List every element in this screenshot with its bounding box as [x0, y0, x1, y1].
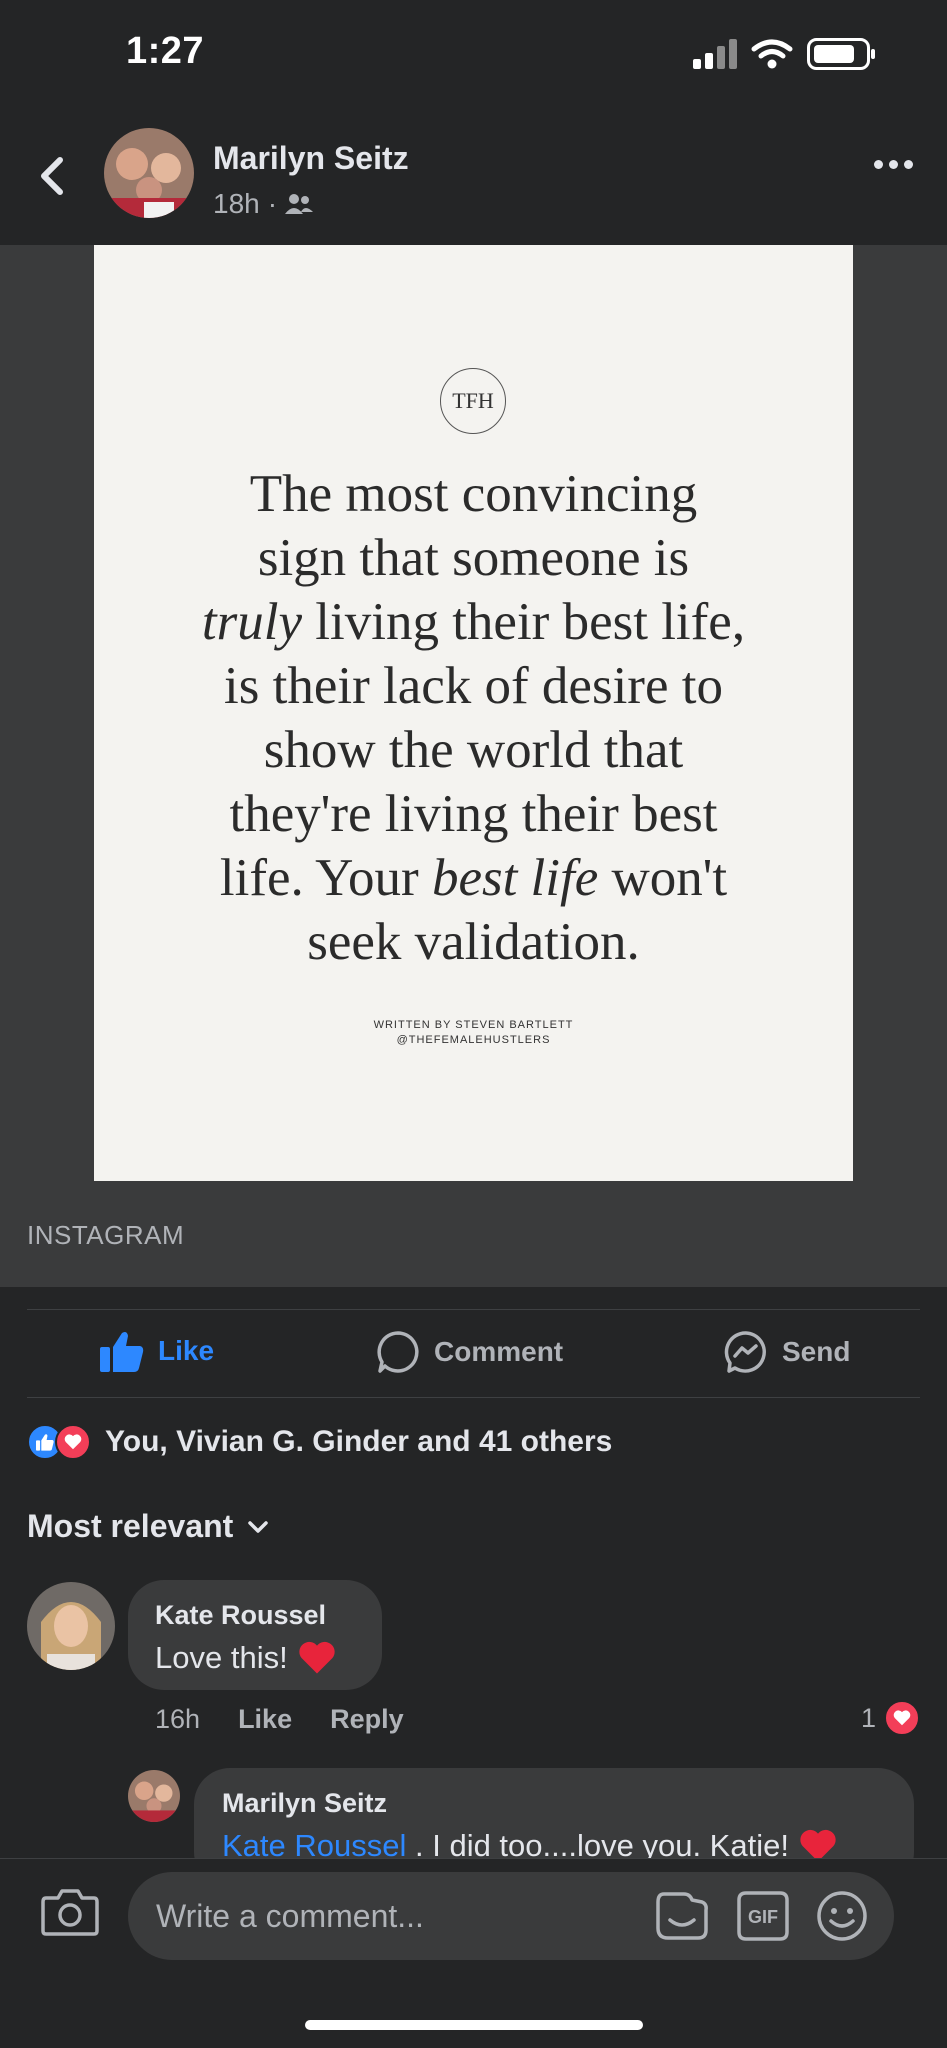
comment-button[interactable]: Comment — [376, 1330, 563, 1374]
author-name[interactable]: Marilyn Seitz — [213, 140, 409, 177]
quote-line: is their lack of desire to — [224, 657, 723, 715]
reply-author[interactable]: Marilyn Seitz — [222, 1788, 387, 1819]
divider — [27, 1309, 920, 1310]
brand-logo: TFH — [440, 368, 506, 434]
comment-author[interactable]: Kate Roussel — [155, 1600, 326, 1631]
comment-label: Comment — [434, 1336, 564, 1367]
battery-icon — [807, 38, 875, 70]
quote-line: life. Your best life won't — [94, 846, 853, 910]
quote-credit: WRITTEN BY STEVEN BARTLETT @THEFEMALEHUS… — [94, 1018, 853, 1048]
camera-icon — [41, 1889, 99, 1936]
post-meta: 18h · — [213, 188, 314, 220]
reply-avatar[interactable] — [128, 1770, 180, 1822]
more-options-icon[interactable] — [874, 160, 913, 169]
chevron-left-icon — [41, 157, 63, 195]
quote-line: seek validation. — [307, 913, 640, 971]
comment-reply-button[interactable]: Reply — [330, 1704, 404, 1735]
heart-emoji-icon — [299, 1641, 335, 1674]
emoji-icon[interactable] — [816, 1890, 868, 1942]
avatar-photo — [27, 1582, 115, 1670]
gif-icon[interactable]: GIF — [736, 1890, 790, 1942]
camera-button[interactable] — [40, 1886, 100, 1943]
comment-reaction-count[interactable]: 1 — [861, 1700, 920, 1736]
reactions-summary[interactable]: You, Vivian G. Ginder and 41 others — [27, 1424, 612, 1460]
quote-italic: best life — [431, 849, 599, 907]
comment-icon — [377, 1331, 419, 1373]
love-reaction-icon — [884, 1700, 920, 1736]
sort-label: Most relevant — [27, 1508, 234, 1544]
comment-time: 16h — [155, 1704, 201, 1734]
send-button[interactable]: Send — [724, 1330, 850, 1374]
comment-text: Love this! — [155, 1640, 336, 1676]
chevron-down-icon — [248, 1520, 269, 1533]
avatar-photo — [128, 1770, 180, 1822]
credit-author: WRITTEN BY STEVEN BARTLETT — [373, 1019, 574, 1031]
quote-line: truly living their best life, — [94, 590, 853, 654]
quote-text: The most convincing sign that someone is… — [94, 462, 853, 974]
gif-label: GIF — [748, 1907, 778, 1927]
composer-icons: GIF — [654, 1890, 868, 1942]
quote-line: they're living their best — [229, 785, 718, 843]
comment-placeholder: Write a comment... — [156, 1897, 424, 1934]
avatar-photo — [104, 128, 194, 218]
wifi-icon — [751, 39, 793, 69]
like-label: Like — [158, 1335, 215, 1366]
love-reaction-icon — [55, 1424, 91, 1460]
quote-rest: won't — [598, 849, 728, 907]
home-indicator[interactable] — [305, 2020, 643, 2030]
like-button[interactable]: Like — [100, 1330, 214, 1372]
avatar-sticker-icon[interactable] — [654, 1890, 710, 1942]
credit-handle: @THEFEMALEHUSTLERS — [396, 1034, 551, 1046]
quote-line: sign that someone is — [257, 529, 690, 587]
commenter-avatar[interactable] — [27, 1582, 115, 1670]
quote-rest: living their best life, — [302, 593, 746, 651]
quote-pre: life. Your — [219, 849, 432, 907]
messenger-icon — [724, 1331, 766, 1373]
quote-line: show the world that — [263, 721, 684, 779]
status-icons — [693, 38, 877, 70]
meta-separator: · — [267, 188, 278, 219]
back-button[interactable] — [34, 148, 70, 204]
status-time: 1:27 — [126, 30, 205, 72]
link-source: INSTAGRAM — [27, 1220, 185, 1250]
comment-body: Love this! — [155, 1640, 288, 1675]
comment-like-button[interactable]: Like — [238, 1704, 292, 1735]
divider — [27, 1397, 920, 1398]
post-time[interactable]: 18h — [213, 188, 260, 220]
author-avatar[interactable] — [104, 128, 194, 218]
reaction-count: 1 — [860, 1702, 876, 1733]
signal-icon — [693, 39, 737, 69]
quote-line: The most convincing — [249, 465, 698, 523]
comment-meta: 16h Like Reply — [155, 1704, 404, 1735]
quote-italic: truly — [201, 593, 303, 651]
thumbs-up-icon — [100, 1332, 144, 1372]
friends-audience-icon[interactable] — [285, 193, 314, 215]
reactions-text: You, Vivian G. Ginder and 41 others — [105, 1425, 613, 1458]
send-label: Send — [782, 1336, 851, 1367]
comment-sort-dropdown[interactable]: Most relevant — [27, 1508, 269, 1545]
